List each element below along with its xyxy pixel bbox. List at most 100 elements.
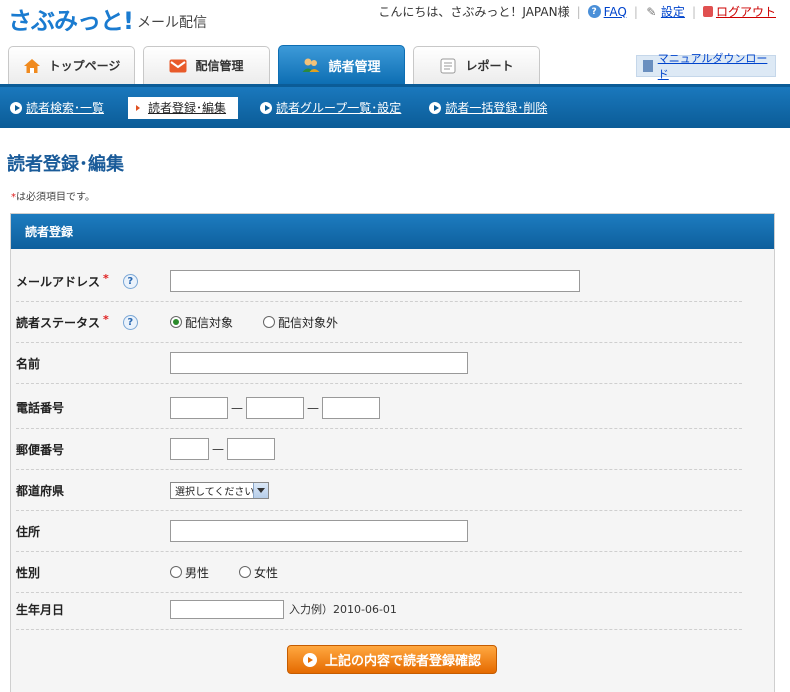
phone-field-1[interactable] <box>170 396 228 419</box>
field-label: 読者ステータス * ? <box>16 312 170 331</box>
radio-label: 配信対象 <box>185 315 234 330</box>
subnav-label: 読者登録･編集 <box>148 101 227 115</box>
greeting: こんにちは、さぶみっと！JAPAN様 <box>378 5 570 19</box>
report-icon <box>439 58 457 74</box>
radio-unchecked-icon <box>170 566 182 578</box>
radio-checked-icon <box>170 316 182 328</box>
radio-unchecked-icon <box>239 566 252 578</box>
required-mark: * <box>103 271 109 285</box>
name-field[interactable] <box>170 352 468 374</box>
main-tabs: トップページ 配信管理 読者管理 レポート <box>8 45 548 84</box>
dash: — <box>307 400 319 415</box>
arrow-circle-icon <box>260 101 273 114</box>
phone-label: 電話番号 <box>16 401 65 415</box>
divider: | <box>633 4 638 19</box>
radio-label: 男性 <box>185 565 210 580</box>
tab-label: 配信管理 <box>195 59 244 73</box>
manual-download-link[interactable]: マニュアルダウンロード <box>636 52 776 81</box>
tab-label: 読者管理 <box>328 59 381 75</box>
logout-link[interactable]: ログアウト <box>716 3 776 20</box>
postal-field-1[interactable] <box>170 438 209 460</box>
divider: | <box>576 4 581 19</box>
tab-label: トップページ <box>48 59 121 73</box>
divider: | <box>691 4 696 19</box>
tab-top-page[interactable]: トップページ <box>8 46 135 84</box>
email-field[interactable] <box>170 270 580 292</box>
subnav-reader-search[interactable]: 読者検索･一覧 <box>10 97 110 119</box>
postal-row: 郵便番号 — <box>16 429 742 470</box>
status-radio-target[interactable]: 配信対象 <box>170 314 233 331</box>
phone-row: 電話番号 — — <box>16 387 742 429</box>
dash: — <box>212 442 224 456</box>
postal-field-2[interactable] <box>227 438 275 460</box>
arrow-circle-icon <box>302 652 317 667</box>
birthday-label: 生年月日 <box>16 602 65 617</box>
chevron-down-icon <box>253 482 268 498</box>
help-circle-icon: ? <box>587 5 601 18</box>
phone-field-3[interactable] <box>322 396 380 419</box>
subnav-bulk-register[interactable]: 読者一括登録･削除 <box>429 97 553 119</box>
arrow-circle-icon <box>429 101 442 114</box>
faq-link[interactable]: FAQ <box>604 5 627 19</box>
tab-readers[interactable]: 読者管理 <box>278 45 405 84</box>
radio-label: 配信対象外 <box>278 315 339 330</box>
birthday-field[interactable] <box>170 599 284 619</box>
subnav-reader-groups[interactable]: 読者グループ一覧･設定 <box>260 97 407 119</box>
envelope-icon <box>169 58 187 74</box>
status-radio-excluded[interactable]: 配信対象外 <box>263 314 338 331</box>
sub-navigation: 読者検索･一覧 読者登録･編集 読者グループ一覧･設定 読者一括登録･削除 <box>0 84 790 128</box>
subnav-label: 読者一括登録･削除 <box>445 101 548 115</box>
gender-radio-male[interactable]: 男性 <box>170 564 209 581</box>
prefecture-row: 都道府県 選択してください <box>16 470 742 511</box>
select-value: 選択してください <box>175 486 255 498</box>
help-icon[interactable]: ? <box>122 314 138 330</box>
logo[interactable]: さぶみっと! メール配信 <box>8 4 207 34</box>
gender-row: 性別 男性 女性 <box>16 552 742 593</box>
logo-main: さぶみっと! <box>8 7 134 35</box>
submit-confirm-button[interactable]: 上記の内容で読者登録確認 <box>287 645 497 674</box>
gender-label: 性別 <box>16 565 41 580</box>
tab-delivery[interactable]: 配信管理 <box>143 46 270 84</box>
panel-title: 読者登録 <box>11 214 774 249</box>
required-note: *は必須項目です。 <box>11 188 95 203</box>
prefecture-select[interactable]: 選択してください <box>170 481 269 499</box>
postal-label: 郵便番号 <box>16 442 65 457</box>
subnav-label: 読者検索･一覧 <box>26 101 105 115</box>
prefecture-label: 都道府県 <box>16 483 65 498</box>
wrench-icon: ✎ <box>646 4 657 19</box>
arrow-circle-icon <box>10 101 22 114</box>
birthday-example: 入力例）2010-06-01 <box>289 603 397 616</box>
phone-field-2[interactable] <box>246 396 304 419</box>
tab-label: レポート <box>465 59 514 73</box>
submit-label: 上記の内容で読者登録確認 <box>324 654 481 669</box>
triangle-icon <box>136 104 141 111</box>
help-icon[interactable]: ? <box>122 273 138 289</box>
email-label: メールアドレス <box>16 274 101 289</box>
subnav-label: 読者グループ一覧･設定 <box>276 101 402 115</box>
address-label: 住所 <box>16 524 41 539</box>
settings-link[interactable]: 設定 <box>661 3 685 20</box>
logo-sub: メール配信 <box>136 15 207 31</box>
top-links: こんにちは、さぶみっと！JAPAN様 | ? FAQ | ✎ 設定 | ログアウ… <box>378 3 776 20</box>
address-row: 住所 <box>16 511 742 552</box>
required-mark: * <box>103 312 109 326</box>
tab-report[interactable]: レポート <box>413 46 540 84</box>
radio-label: 女性 <box>254 565 279 580</box>
status-row: 読者ステータス * ? 配信対象 配信対象外 <box>16 302 742 343</box>
email-row: メールアドレス * ? <box>16 261 742 302</box>
field-label: メールアドレス * ? <box>16 271 170 290</box>
page-title: 読者登録･編集 <box>7 154 124 175</box>
subnav-reader-register[interactable]: 読者登録･編集 <box>128 96 239 119</box>
address-field[interactable] <box>170 520 468 542</box>
manual-label: マニュアルダウンロード <box>657 52 768 81</box>
name-label: 名前 <box>16 356 41 371</box>
birthday-row: 生年月日 入力例）2010-06-01 <box>16 589 742 630</box>
gender-radio-female[interactable]: 女性 <box>239 564 278 581</box>
radio-unchecked-icon <box>263 316 276 328</box>
home-icon <box>23 58 41 74</box>
required-note-text: は必須項目です。 <box>16 192 95 203</box>
lock-icon <box>702 6 713 17</box>
book-icon <box>643 60 653 72</box>
name-row: 名前 <box>16 343 742 384</box>
readers-icon <box>302 57 320 73</box>
